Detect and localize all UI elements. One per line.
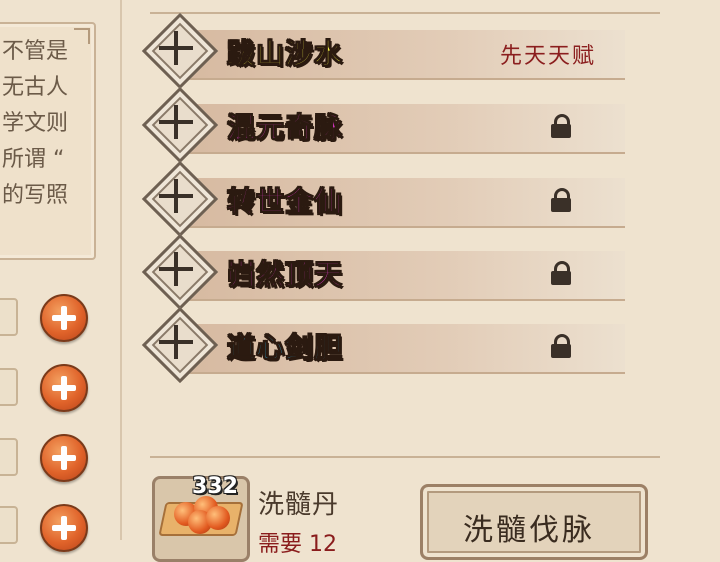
item-requirement: 需要 12: [258, 532, 337, 557]
lock-icon: [551, 114, 571, 138]
attribute-slot: [0, 438, 18, 476]
add-attribute-button[interactable]: [40, 364, 88, 412]
add-attribute-button[interactable]: [40, 434, 88, 482]
lock-icon: [551, 334, 571, 358]
item-count: 332: [192, 474, 238, 499]
talent-row[interactable]: 混元奇脉: [141, 86, 625, 166]
talent-name: 混元奇脉: [226, 111, 344, 145]
description-line: 所谓 “: [2, 147, 65, 172]
add-attribute-button[interactable]: [40, 294, 88, 342]
description-panel: 不管是 无古人 学文则 所谓 “ 的写照: [0, 22, 96, 260]
description-text: 不管是 无古人 学文则 所谓 “ 的写照: [2, 34, 92, 214]
marrow-wash-button[interactable]: 洗髓伐脉: [420, 484, 648, 560]
plus-icon: [159, 179, 193, 213]
bottom-divider: [150, 456, 660, 458]
panel-divider: [120, 0, 122, 540]
talent-row[interactable]: 岿然顶天: [141, 233, 625, 313]
talent-name: 转世金仙: [226, 185, 344, 219]
lock-icon: [551, 261, 571, 285]
talent-status: 先天天赋: [500, 44, 597, 69]
plus-icon: [159, 105, 193, 139]
item-name: 洗髓丹: [258, 490, 340, 520]
lock-icon: [551, 188, 571, 212]
plus-icon: [159, 252, 193, 286]
talent-name: 跋山涉水: [226, 37, 344, 71]
talent-name: 岿然顶天: [226, 258, 344, 292]
description-line: 不管是: [2, 39, 69, 64]
description-line: 的写照: [2, 183, 69, 208]
attribute-slot: [0, 298, 18, 336]
marrow-wash-button-label: 洗髓伐脉: [463, 513, 595, 548]
talent-row[interactable]: 跋山涉水 先天天赋: [141, 12, 625, 92]
plus-icon: [159, 31, 193, 65]
talent-row[interactable]: 转世金仙: [141, 160, 625, 240]
plus-icon: [159, 325, 193, 359]
top-divider: [150, 12, 660, 14]
description-line: 学文则: [2, 111, 69, 136]
description-line: 无古人: [2, 75, 69, 100]
pill-icon: [206, 506, 230, 530]
attribute-slot: [0, 506, 18, 544]
attribute-slot: [0, 368, 18, 406]
talent-row[interactable]: 道心剑胆: [141, 306, 625, 386]
add-attribute-button[interactable]: [40, 504, 88, 552]
talent-name: 道心剑胆: [226, 331, 344, 365]
